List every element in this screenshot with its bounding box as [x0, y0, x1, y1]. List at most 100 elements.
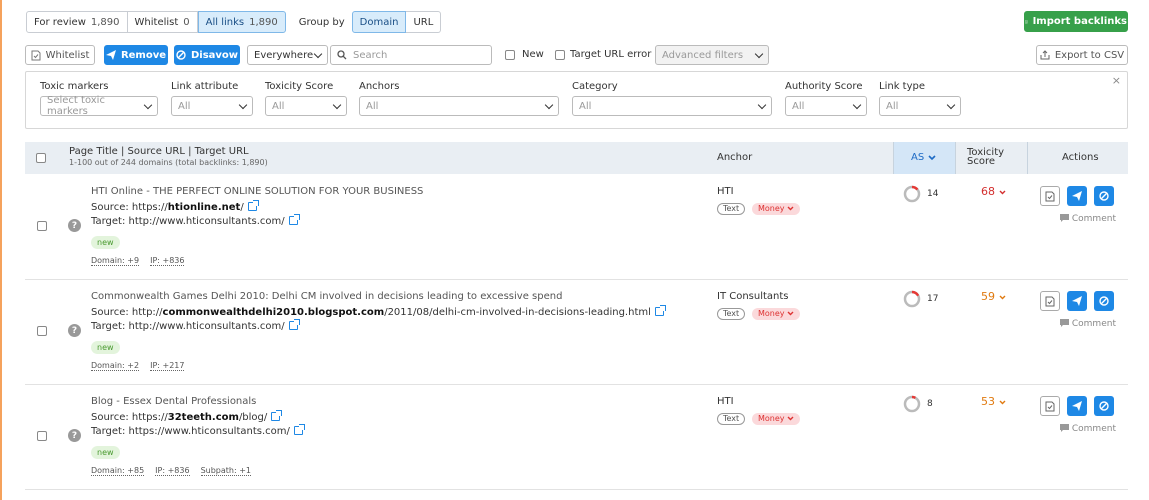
table-header: Page Title | Source URL | Target URL 1-1… — [25, 142, 1128, 174]
link-type-select[interactable]: All — [879, 96, 961, 116]
meta-item[interactable]: Domain: +85 — [91, 466, 145, 476]
col-as-header[interactable]: AS — [911, 152, 936, 163]
export-csv-button[interactable]: Export to CSV — [1036, 45, 1128, 65]
anchors-select[interactable]: All — [359, 96, 559, 116]
anchor-text: HTI — [717, 186, 734, 197]
disavow-row-button[interactable] — [1094, 291, 1114, 311]
scope-select[interactable]: Everywhere — [247, 45, 328, 65]
filter-label-link-type: Link type — [879, 81, 925, 92]
chevron-down-icon — [313, 49, 323, 58]
toxicity-score-select[interactable]: All — [265, 96, 347, 116]
target-error-label: Target URL error — [570, 49, 652, 60]
row-meta: Domain: +2 IP: +217 — [91, 361, 185, 371]
external-link-icon[interactable] — [654, 305, 666, 316]
new-badge: new — [91, 236, 120, 249]
remove-row-button[interactable] — [1067, 186, 1087, 206]
new-badge: new — [91, 341, 120, 354]
source-url[interactable]: Source: http://commonwealthdelhi2010.blo… — [91, 305, 666, 318]
remove-row-button[interactable] — [1067, 291, 1087, 311]
advanced-filters-select[interactable]: Advanced filters — [655, 45, 769, 65]
disavow-label: Disavow — [190, 49, 239, 61]
target-error-checkbox[interactable] — [555, 50, 565, 60]
target-url[interactable]: Target: http://www.hticonsultants.com/ — [91, 319, 300, 332]
filter-value: All — [272, 100, 285, 112]
source-url[interactable]: Source: https://htionline.net/ — [91, 200, 259, 213]
col-actions-header: Actions — [1062, 152, 1099, 163]
toxic-markers-select[interactable]: Select toxic markers — [40, 95, 158, 117]
external-link-icon[interactable] — [288, 319, 300, 330]
remove-button[interactable]: Remove — [104, 45, 168, 65]
question-icon[interactable]: ? — [68, 429, 81, 442]
row-checkbox[interactable] — [37, 431, 47, 441]
page-title[interactable]: Commonwealth Games Delhi 2010: Delhi CM … — [91, 291, 562, 302]
search-input[interactable]: Search — [330, 45, 492, 65]
comment-link[interactable]: Comment — [1060, 319, 1116, 329]
row-checkbox[interactable] — [37, 326, 47, 336]
toxicity-score[interactable]: 59 — [981, 290, 1006, 303]
meta-item[interactable]: Domain: +2 — [91, 361, 140, 371]
filter-value: All — [178, 100, 191, 112]
page-title[interactable]: HTI Online - THE PERFECT ONLINE SOLUTION… — [91, 186, 423, 197]
page-title[interactable]: Blog - Essex Dental Professionals — [91, 396, 256, 407]
whitelist-icon — [1045, 401, 1055, 411]
group-by-domain[interactable]: Domain — [351, 11, 407, 33]
tab-for-review[interactable]: For review 1,890 — [26, 11, 128, 33]
meta-item[interactable]: IP: +836 — [150, 256, 185, 266]
meta-item[interactable]: IP: +836 — [155, 466, 190, 476]
remove-row-button[interactable] — [1067, 396, 1087, 416]
toxicity-score[interactable]: 68 — [981, 185, 1006, 198]
tab-all-links[interactable]: All links 1,890 — [197, 11, 286, 33]
anchor-text: HTI — [717, 396, 734, 407]
new-checkbox[interactable] — [505, 50, 515, 60]
whitelist-row-button[interactable] — [1040, 186, 1060, 206]
whitelist-row-button[interactable] — [1040, 291, 1060, 311]
external-link-icon[interactable] — [271, 410, 283, 421]
as-value: 8 — [927, 399, 933, 409]
comment-link[interactable]: Comment — [1060, 214, 1116, 224]
link-attribute-select[interactable]: All — [171, 96, 253, 116]
disavow-row-button[interactable] — [1094, 396, 1114, 416]
filter-label-toxic-markers: Toxic markers — [40, 81, 109, 92]
whitelist-row-button[interactable] — [1040, 396, 1060, 416]
chevron-down-icon — [757, 100, 767, 109]
target-url[interactable]: Target: http://www.hticonsultants.com/ — [91, 214, 300, 227]
select-all-checkbox[interactable] — [36, 153, 46, 163]
tag-money[interactable]: Money — [752, 308, 801, 320]
new-label: New — [522, 49, 544, 60]
disavow-button[interactable]: Disavow — [174, 45, 240, 65]
meta-item[interactable]: Domain: +9 — [91, 256, 140, 266]
authority-score-select[interactable]: All — [785, 96, 867, 116]
whitelist-icon — [1045, 191, 1055, 201]
chevron-down-icon — [754, 49, 764, 58]
group-by-url[interactable]: URL — [406, 11, 442, 33]
disavow-row-button[interactable] — [1094, 186, 1114, 206]
col-anchor-header[interactable]: Anchor — [717, 152, 752, 163]
source-url[interactable]: Source: https://32teeth.com/blog/ — [91, 410, 283, 423]
tab-whitelist[interactable]: Whitelist 0 — [127, 11, 198, 33]
question-icon[interactable]: ? — [68, 324, 81, 337]
import-backlinks-button[interactable]: Import backlinks — [1024, 11, 1128, 32]
question-icon[interactable]: ? — [68, 219, 81, 232]
meta-item[interactable]: IP: +217 — [150, 361, 185, 371]
external-link-icon[interactable] — [293, 424, 305, 435]
category-select[interactable]: All — [572, 96, 772, 116]
tag-money[interactable]: Money — [752, 413, 801, 425]
whitelist-button[interactable]: Whitelist — [25, 45, 95, 65]
row-meta: Domain: +9 IP: +836 — [91, 256, 185, 266]
close-icon[interactable]: × — [1112, 74, 1121, 87]
row-checkbox[interactable] — [37, 221, 47, 231]
target-url[interactable]: Target: https://www.hticonsultants.com/ — [91, 424, 305, 437]
import-label: Import backlinks — [1032, 16, 1127, 27]
comment-link[interactable]: Comment — [1060, 424, 1116, 434]
source-domain: commonwealthdelhi2010.blogspot.com — [162, 307, 385, 318]
table-row: ? Blog - Essex Dental Professionals Sour… — [25, 385, 1128, 490]
col-page-header[interactable]: Page Title | Source URL | Target URL — [69, 146, 249, 157]
tag-money[interactable]: Money — [752, 203, 801, 215]
toxicity-score[interactable]: 53 — [981, 395, 1006, 408]
filter-label-authority-score: Authority Score — [785, 81, 863, 92]
external-link-icon[interactable] — [288, 214, 300, 225]
filter-label-category: Category — [572, 81, 618, 92]
source-path: /2011/08/delhi-cm-involved-in-decisions-… — [384, 307, 651, 318]
external-link-icon[interactable] — [247, 200, 259, 211]
meta-item[interactable]: Subpath: +1 — [200, 466, 252, 476]
